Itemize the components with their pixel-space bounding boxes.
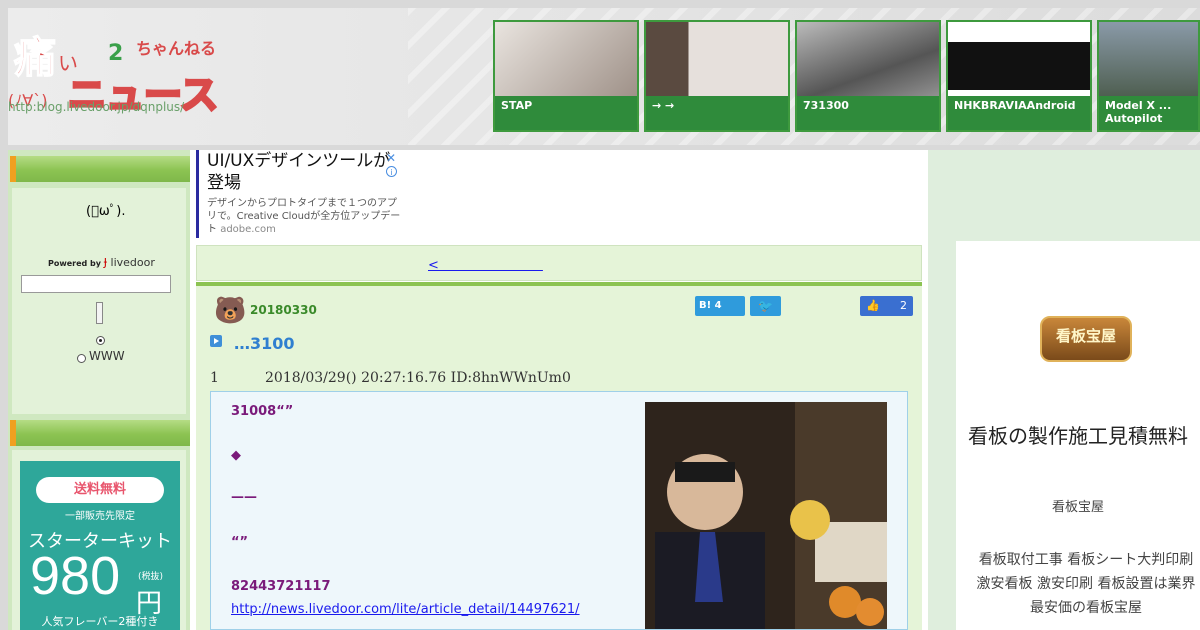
quote-box: 31008“” ◆ —— “” 82443721117 http://news.… <box>210 391 908 630</box>
thumbs-up-icon: 👍 <box>866 299 880 312</box>
powered-by-label: Powered by <box>48 259 101 268</box>
thumbnail-image <box>495 22 637 102</box>
left-bar-top <box>10 156 190 182</box>
quote-line: ◆ <box>231 448 241 463</box>
play-icon <box>210 335 222 347</box>
svg-text:ちゃんねる: ちゃんねる <box>136 39 216 58</box>
livedoor-logo: Ɉ livedoor <box>104 256 155 269</box>
thumbnail-image <box>797 22 939 102</box>
post-date: 20180330 <box>250 303 317 317</box>
left-ad-banner[interactable]: 送料無料 一部販売先限定 スターターキット 980 (税抜) 円 人気フレーバー… <box>20 461 180 630</box>
logo-url[interactable]: http:blog.livedoor.jp/dqnplus/ <box>8 100 184 114</box>
quote-line: 31008“” <box>231 404 294 419</box>
like-button[interactable]: 👍 2 <box>860 296 913 316</box>
ad-source: adobe.com <box>220 224 276 235</box>
ad-description: デザインからプロトタイプまで１つのアプリで。Creative Cloudが全方位… <box>207 197 402 236</box>
ad-description: 看板取付工事 看板シート大判印刷 激安看板 激安印刷 看板設置は業界最安価の看板… <box>976 552 1196 616</box>
thumbnail-1[interactable]: STAP <box>493 20 639 132</box>
hatena-bookmark-button[interactable]: B! 4 <box>695 296 745 316</box>
quote-line: “” <box>231 535 249 550</box>
svg-text:痛: 痛 <box>14 33 56 82</box>
thumbnail-caption: → → <box>646 96 788 130</box>
quote-line: —— <box>231 490 257 505</box>
search-button[interactable] <box>96 302 103 324</box>
info-icon[interactable]: i <box>386 166 397 177</box>
limited-text: 一部販売先限定 <box>65 511 135 522</box>
price: 980 <box>30 546 121 606</box>
thumbnail-image <box>1099 22 1198 102</box>
free-shipping-badge: 送料無料 <box>36 477 164 503</box>
author-icon: 🐻 <box>214 296 247 326</box>
kanban-logo[interactable]: 看板宝屋 <box>1040 316 1132 362</box>
search-panel <box>12 188 186 414</box>
twitter-icon: 🐦 <box>758 299 773 313</box>
thumbnail-caption: Model X ... Autopilot <box>1099 96 1198 130</box>
svg-text:2: 2 <box>108 41 123 66</box>
close-icon[interactable]: ✕ <box>386 151 396 165</box>
mascot-icon: (ﾟωﾟ). <box>86 204 126 219</box>
top-ad[interactable]: UI/UXデザインツールが登場 デザインからプロトタイプまで１つのアプリで。Cr… <box>196 150 402 238</box>
thumbnail-5[interactable]: Model X ... Autopilot <box>1097 20 1200 132</box>
like-count: 2 <box>900 299 907 312</box>
quote-line: 82443721117 <box>231 579 331 594</box>
thumbnail-caption: NHKBRAVIAAndroid <box>948 96 1090 130</box>
thumbnail-3[interactable]: 731300 <box>795 20 941 132</box>
search-input[interactable] <box>21 275 171 293</box>
thumbnail-caption: STAP <box>495 96 637 130</box>
response-meta: 2018/03/29() 20:27:16.76 ID:8hnWWnUm0 <box>265 370 571 386</box>
thumbnail-2[interactable]: → → <box>644 20 790 132</box>
thumbnail-image <box>948 22 1090 102</box>
search-scope-web-radio[interactable] <box>77 354 86 363</box>
post-title[interactable]: …3100 <box>234 334 295 353</box>
ad-headline[interactable]: 看板の製作施工見積無料 <box>956 422 1200 451</box>
ad-brand: 看板宝屋 <box>1051 500 1104 515</box>
ad-title: UI/UXデザインツールが登場 <box>207 151 391 193</box>
thumbnail-image <box>646 22 788 102</box>
response-number: 1 <box>210 370 219 386</box>
svg-text:い: い <box>58 51 78 75</box>
thumbnail-caption: 731300 <box>797 96 939 130</box>
thumbnail-4[interactable]: NHKBRAVIAAndroid <box>946 20 1092 132</box>
left-bar-mid <box>10 420 190 446</box>
livedoor-mark-icon: Ɉ <box>103 256 108 269</box>
powered-by: Powered by Ɉ livedoor <box>48 256 155 269</box>
flavor-text: 人気フレーバー2種付き <box>41 615 159 628</box>
search-scope-blog-radio[interactable] <box>96 336 105 345</box>
prev-article-link[interactable]: < <box>428 254 543 273</box>
source-link[interactable]: http://news.livedoor.com/lite/article_de… <box>231 602 580 617</box>
article-nav <box>196 245 922 281</box>
search-scope-web-label: WWW <box>89 349 125 363</box>
livedoor-label: livedoor <box>110 256 155 269</box>
article-photo <box>645 402 887 629</box>
tax-note: (税抜) <box>138 572 164 582</box>
tweet-button[interactable]: 🐦 <box>750 296 781 316</box>
